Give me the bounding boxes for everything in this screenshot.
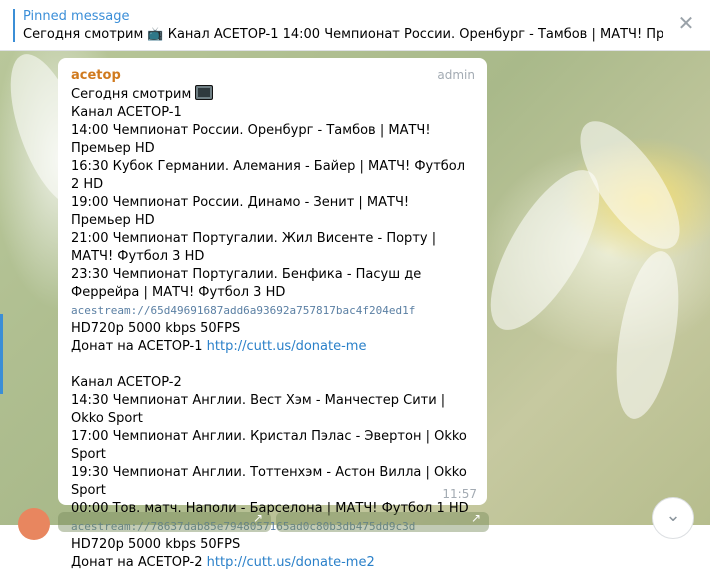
pinned-accent-bar (13, 9, 15, 42)
external-link-icon: ↗ (252, 511, 263, 525)
message-line: HD720p 5000 kbps 50FPS (71, 537, 241, 552)
message-sender[interactable]: acetop (71, 68, 121, 83)
pinned-title: Pinned message (23, 9, 130, 24)
inline-button-1[interactable]: ↗ (58, 511, 271, 532)
message-line: 21:00 Чемпионат Португалии. Жил Висенте … (71, 231, 437, 264)
donate-link-2[interactable]: http://cutt.us/donate-me2 (207, 555, 375, 570)
pinned-text: Сегодня смотрим 📺 Канал ACETOP-1 14:00 Ч… (23, 27, 663, 42)
message-line: 14:00 Чемпионат России. Оренбург - Тамбо… (71, 123, 431, 156)
reply-indicator (0, 314, 3, 394)
avatar[interactable] (18, 508, 50, 540)
chevron-down-icon[interactable]: ⌄ (652, 497, 694, 539)
message-line: 19:00 Чемпионат России. Динамо - Зенит |… (71, 195, 410, 228)
message-line: Донат на ACETOP-1 http://cutt.us/donate-… (71, 339, 367, 354)
message-line (71, 356, 471, 374)
donate-link-1[interactable]: http://cutt.us/donate-me (207, 339, 367, 354)
background-petal (605, 246, 690, 424)
close-icon[interactable]: ✕ (676, 13, 696, 33)
message-body: Сегодня смотрим Канал ACETOP-1 14:00 Чем… (71, 85, 471, 572)
message-line: Канал ACETOP-2 (71, 375, 182, 390)
message-line: 14:30 Чемпионат Англии. Вест Хэм - Манче… (71, 393, 446, 426)
message-line: Сегодня смотрим (71, 85, 471, 104)
tv-icon (195, 85, 214, 100)
message-line: 17:00 Чемпионат Англии. Кристал Пэлас - … (71, 429, 467, 462)
inline-button-2[interactable]: ↗ (276, 511, 489, 532)
channel-message[interactable]: acetop admin Сегодня смотрим Канал ACETO… (58, 58, 487, 570)
message-line: 23:30 Чемпионат Португалии. Бенфика - Па… (71, 267, 422, 300)
message-line: HD720p 5000 kbps 50FPS (71, 321, 241, 336)
message-line: Донат на ACETOP-2 http://cutt.us/donate-… (71, 555, 375, 570)
message-line: Канал ACETOP-1 (71, 105, 182, 120)
acestream-link-1[interactable]: acestream://65d49691687add6a93692a757817… (71, 302, 471, 320)
external-link-icon: ↗ (470, 511, 481, 525)
message-time: 11:57 (442, 487, 477, 501)
admin-badge: admin (437, 68, 475, 82)
pinned-message-bar[interactable]: Pinned message Сегодня смотрим 📺 Канал A… (0, 0, 710, 51)
message-line: 19:30 Чемпионат Англии. Тоттенхэм - Асто… (71, 465, 467, 498)
message-line: 16:30 Кубок Германии. Алемания - Байер |… (71, 159, 466, 192)
